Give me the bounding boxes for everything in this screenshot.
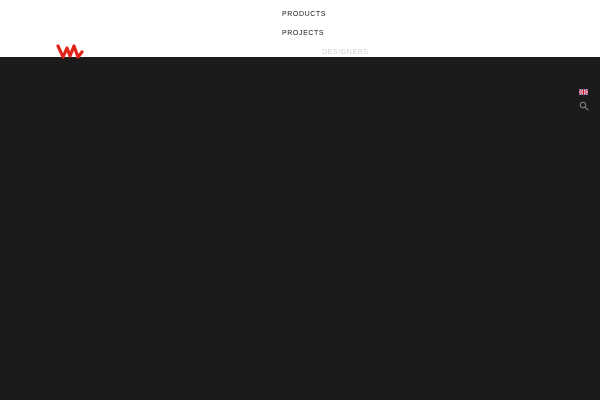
search-icon[interactable] — [579, 101, 589, 111]
hero-section — [0, 57, 600, 400]
uk-flag-icon[interactable] — [579, 89, 588, 95]
site-header — [0, 0, 600, 57]
nav-item-designers[interactable]: DESIGNERS — [322, 49, 369, 56]
nav-item-products[interactable]: PRODUCTS — [282, 11, 326, 18]
nav-item-projects[interactable]: PROJECTS — [282, 30, 324, 37]
brand-logo-icon[interactable] — [56, 42, 84, 62]
